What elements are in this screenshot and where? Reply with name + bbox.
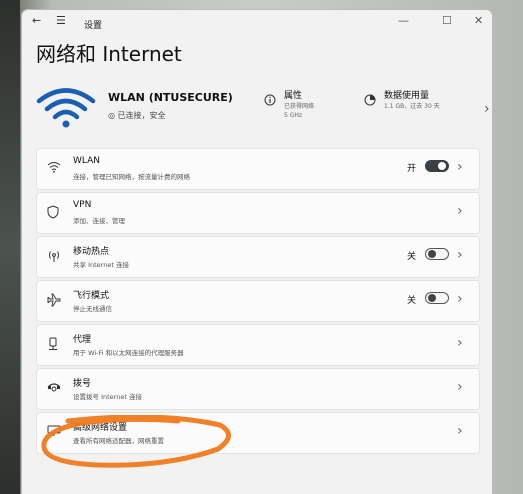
hotspot-toggle[interactable]	[425, 248, 449, 260]
shield-icon	[47, 205, 59, 219]
connection-state: ◎ 已连接，安全	[108, 111, 166, 120]
maximize-button[interactable]: ☐	[442, 14, 452, 27]
setting-description: 连接，管理已知网络，按流量计费的网络	[73, 173, 190, 181]
setting-airplane-mode[interactable]: 飞行模式 停止无线通信 关 ›	[36, 280, 480, 322]
dialup-icon	[47, 383, 61, 392]
setting-dial-up[interactable]: 拨号 设置拨号 Internet 连接 ›	[36, 368, 480, 410]
connection-status-panel: WLAN (NTUSECURE) ◎ 已连接，安全 属性 已获得网络 5 GHz…	[36, 80, 490, 140]
airplane-mode-toggle[interactable]	[425, 292, 449, 304]
menu-button[interactable]: ☰	[56, 14, 66, 27]
properties-line1: 已获得网络	[284, 103, 315, 110]
data-usage-label: 数据使用量	[384, 91, 430, 101]
chevron-right-icon: ›	[457, 335, 463, 351]
info-icon	[264, 94, 276, 106]
back-button[interactable]: ←	[32, 14, 41, 27]
airplane-icon	[47, 293, 61, 307]
properties-line2: 5 GHz	[284, 112, 303, 119]
wifi-icon	[47, 162, 61, 173]
setting-title: VPN	[73, 200, 92, 210]
setting-vpn[interactable]: VPN 添加、连接、管理 ›	[36, 192, 480, 234]
title-bar: ← ☰ 设置 — ☐ ✕	[22, 10, 492, 36]
setting-wlan[interactable]: WLAN 连接，管理已知网络，按流量计费的网络 开 ›	[36, 148, 480, 190]
setting-title: 移动热点	[73, 247, 110, 257]
setting-mobile-hotspot[interactable]: 移动热点 共享 Internet 连接 关 ›	[36, 236, 480, 278]
wlan-toggle[interactable]	[425, 160, 449, 172]
setting-title: 飞行模式	[73, 291, 110, 301]
network-ssid: WLAN (NTUSECURE)	[108, 91, 233, 104]
chevron-right-icon: ›	[457, 423, 463, 439]
data-usage-icon	[364, 94, 376, 106]
hotspot-icon	[49, 251, 59, 262]
chevron-right-icon: ›	[457, 291, 463, 307]
setting-description: 共享 Internet 连接	[73, 261, 129, 269]
properties-label: 属性	[284, 91, 303, 101]
data-usage-value: 1.1 GB，过去 30 天	[384, 103, 440, 110]
toggle-state-label: 关	[407, 296, 417, 306]
toggle-state-label: 开	[407, 164, 417, 174]
desktop-background	[0, 0, 20, 494]
chevron-right-icon[interactable]: ›	[484, 101, 490, 117]
chevron-right-icon: ›	[457, 379, 463, 395]
setting-description: 添加、连接、管理	[73, 217, 125, 225]
page-title: 网络和 Internet	[36, 42, 182, 66]
setting-description: 停止无线通信	[73, 305, 112, 313]
close-button[interactable]: ✕	[474, 14, 483, 27]
setting-proxy[interactable]: 代理 用于 Wi-Fi 和以太网连接的代理服务器 ›	[36, 324, 480, 366]
orange-highlight-scribble	[41, 415, 231, 468]
setting-title: 代理	[73, 335, 92, 345]
wifi-large-icon	[36, 88, 96, 128]
setting-description: 用于 Wi-Fi 和以太网连接的代理服务器	[73, 349, 184, 357]
window-title: 设置	[84, 21, 103, 31]
setting-title: 拨号	[73, 379, 92, 389]
setting-description: 设置拨号 Internet 连接	[73, 393, 142, 401]
toggle-state-label: 关	[407, 252, 417, 262]
chevron-right-icon: ›	[457, 247, 463, 263]
proxy-icon	[49, 337, 57, 350]
chevron-right-icon: ›	[457, 203, 463, 219]
minimize-button[interactable]: —	[398, 14, 409, 27]
chevron-right-icon: ›	[457, 159, 463, 175]
setting-title: WLAN	[73, 156, 101, 166]
